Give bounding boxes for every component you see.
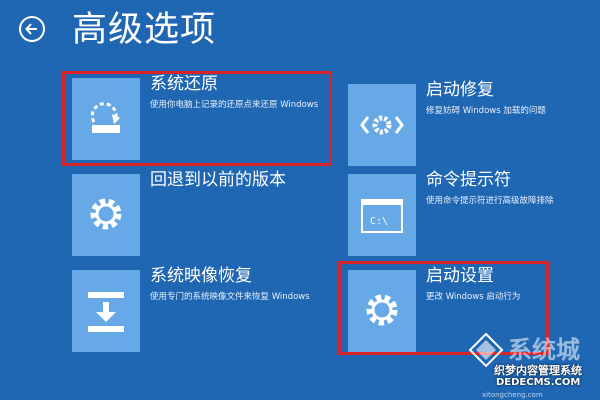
prompt-text: C:\ [370, 216, 388, 227]
startup-repair-icon [348, 84, 416, 166]
option-desc: 使用专门的系统映像文件来恢复 Windows [150, 292, 310, 302]
highlight-box-system-restore [62, 71, 332, 166]
watermark-url: DEDECMS.COM [496, 377, 581, 388]
watermark-big: 系统城 [508, 336, 580, 364]
option-desc: 使用命令提示符进行高级故障排除 [426, 196, 554, 206]
command-prompt-icon: C:\ [348, 174, 416, 256]
watermark: 系统城 织梦内容管理系统 DEDECMS.COM xitongcheng.com [466, 330, 600, 400]
watermark-mid: 织梦内容管理系统 [494, 364, 582, 377]
gear-icon [72, 174, 140, 256]
option-desc: 修复妨碍 Windows 加载的问题 [426, 106, 546, 116]
watermark-site: xitongcheng.com [482, 391, 543, 399]
back-button[interactable] [19, 16, 45, 42]
option-name: 系统映像恢复 [150, 266, 252, 286]
system-image-icon [72, 270, 140, 352]
option-name: 启动修复 [426, 80, 494, 100]
option-go-back[interactable]: 回退到以前的版本 [72, 170, 334, 256]
page-title: 高级选项 [72, 10, 217, 50]
option-name: 回退到以前的版本 [150, 170, 286, 190]
option-name: 命令提示符 [426, 170, 511, 190]
option-command-prompt[interactable]: C:\ 命令提示符 使用命令提示符进行高级故障排除 [348, 170, 600, 256]
option-startup-repair[interactable]: 启动修复 修复妨碍 Windows 加载的问题 [348, 80, 600, 166]
option-system-image-recovery[interactable]: 系统映像恢复 使用专门的系统映像文件来恢复 Windows [72, 266, 334, 352]
arrow-left-icon [25, 23, 37, 35]
